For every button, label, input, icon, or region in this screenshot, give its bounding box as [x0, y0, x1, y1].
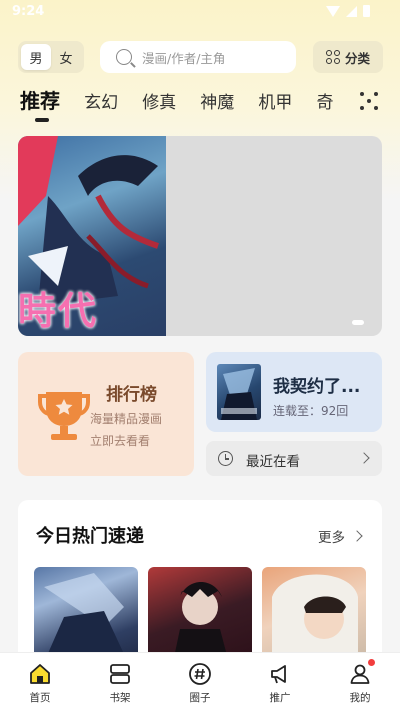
nav-bookshelf-label: 书架	[109, 692, 131, 704]
status-icons	[326, 5, 370, 17]
category-label: 分类	[344, 50, 370, 66]
search-placeholder: 漫画/作者/主角	[142, 50, 226, 66]
history-icon	[218, 451, 233, 466]
gender-male-button[interactable]: 男	[21, 44, 51, 70]
tab-jijia[interactable]: 机甲	[258, 88, 292, 118]
search-icon	[116, 49, 132, 65]
banner-title: 時代	[18, 289, 99, 333]
recently-read-button[interactable]: 最近在看	[206, 441, 382, 476]
profile-icon	[348, 659, 375, 686]
continue-reading-card[interactable]: 我契约了... 连载至：92回	[206, 352, 382, 432]
tab-xiuzhen[interactable]: 修真	[142, 88, 176, 118]
continue-reading-title: 我契约了...	[273, 377, 361, 397]
tab-qi[interactable]: 奇	[316, 88, 333, 118]
nav-home[interactable]: 首页	[0, 653, 80, 711]
signal-icon	[346, 5, 357, 17]
nav-bookshelf[interactable]: 书架	[80, 653, 160, 711]
nav-profile[interactable]: 我的	[320, 653, 400, 711]
tabs-expand-icon[interactable]	[360, 92, 378, 110]
status-time: 9:24	[12, 4, 45, 19]
home-icon	[28, 662, 52, 686]
nav-promote-label: 推广	[269, 692, 291, 704]
recently-read-label: 最近在看	[246, 454, 300, 470]
bottom-navigation: 首页 书架 圈子 推广 我的	[0, 652, 400, 711]
category-icon	[325, 50, 340, 64]
hot-section-title: 今日热门速递	[36, 526, 144, 547]
nav-circle[interactable]: 圈子	[160, 653, 240, 711]
notification-badge	[368, 659, 375, 666]
continue-reading-status: 连载至：92回	[273, 404, 349, 418]
wifi-icon	[326, 5, 340, 17]
hot-section: 今日热门速递 更多	[18, 500, 382, 670]
tab-xuanhuan[interactable]: 玄幻	[84, 88, 118, 118]
battery-icon	[363, 5, 370, 17]
nav-circle-label: 圈子	[189, 692, 211, 704]
search-input[interactable]: 漫画/作者/主角	[100, 41, 296, 73]
tab-shenmo[interactable]: 神魔	[200, 88, 234, 118]
category-button[interactable]: 分类	[313, 41, 383, 73]
continue-reading-cover	[217, 364, 261, 420]
nav-home-label: 首页	[29, 692, 51, 704]
trophy-icon	[38, 386, 90, 442]
nav-promote[interactable]: 推广	[240, 653, 320, 711]
hashtag-icon	[188, 662, 212, 686]
ranking-subtitle-1: 海量精品漫画	[90, 412, 163, 426]
ranking-title: 排行榜	[106, 385, 157, 405]
megaphone-icon	[268, 662, 292, 686]
tab-recommend[interactable]: 推荐	[20, 86, 60, 122]
more-chevron-icon	[351, 530, 363, 542]
gender-toggle: 男 女	[18, 41, 84, 73]
ranking-card[interactable]: 排行榜 海量精品漫画 立即去看看	[18, 352, 194, 476]
banner-carousel[interactable]: 時代	[18, 136, 382, 336]
nav-profile-label: 我的	[349, 692, 371, 704]
bookshelf-icon	[108, 662, 132, 686]
gender-female-button[interactable]: 女	[51, 44, 81, 70]
hot-more-link[interactable]: 更多	[318, 526, 345, 546]
status-bar: 9:24	[0, 0, 400, 26]
ranking-subtitle-2: 立即去看看	[90, 434, 151, 448]
carousel-indicator	[352, 320, 364, 325]
chevron-right-icon	[358, 452, 370, 464]
genre-tabs: 推荐 玄幻 修真 神魔 机甲 奇	[20, 86, 350, 122]
